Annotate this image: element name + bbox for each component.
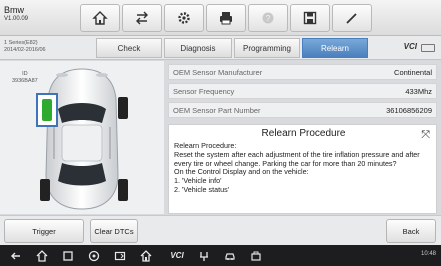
print-icon: [220, 12, 232, 25]
info-label: OEM Sensor Part Number: [173, 105, 261, 115]
settings-icon: [178, 12, 190, 24]
front-left-tire-icon: [42, 99, 52, 121]
vci-nav-label[interactable]: VCI: [166, 248, 188, 263]
brand-block: Bmw V1.00.09: [4, 5, 46, 31]
info-label: OEM Sensor Manufacturer: [173, 67, 263, 77]
print-button[interactable]: [206, 4, 246, 32]
tools-nav-icon[interactable]: [248, 248, 264, 263]
tab-relearn[interactable]: Relearn: [302, 38, 368, 58]
expand-icon[interactable]: ⤧: [421, 129, 430, 142]
status-clock: 10:48: [420, 251, 436, 257]
procedure-text: Relearn Procedure: Reset the system afte…: [174, 141, 420, 194]
browser-icon[interactable]: [86, 248, 102, 263]
vehicle-info: 1 Series(E82) 2014/02-2016/06: [4, 40, 46, 55]
system-nav-bar: VCI 10:48: [0, 245, 441, 266]
diagnostic-home-icon[interactable]: [138, 248, 154, 263]
info-value: 36106856209: [386, 105, 432, 115]
sensor-info-panel: OEM Sensor Manufacturer Continental Sens…: [168, 64, 437, 214]
tab-check[interactable]: Check: [96, 38, 162, 58]
info-row-frequency: Sensor Frequency 433Mhz: [168, 83, 437, 99]
procedure-title: Relearn Procedure: [261, 128, 346, 139]
rear-left-tire-icon[interactable]: [40, 179, 50, 201]
car-nav-icon[interactable]: [222, 248, 238, 263]
connection-icon[interactable]: [196, 248, 212, 263]
battery-icon: [421, 44, 435, 52]
settings-button[interactable]: [164, 4, 204, 32]
rear-right-tire-icon[interactable]: [118, 179, 128, 201]
vehicle-swap-button[interactable]: [122, 4, 162, 32]
recent-apps-icon[interactable]: [60, 248, 76, 263]
relearn-procedure-box[interactable]: Relearn Procedure ⤧ Relearn Procedure: R…: [168, 124, 437, 214]
edit-button[interactable]: [332, 4, 372, 32]
vehicle-series: 1 Series(E82): [4, 40, 38, 46]
bottom-action-bar: Trigger Clear DTCs Back: [0, 215, 441, 245]
vci-status-label: VCI: [403, 42, 417, 51]
brand-name: Bmw: [4, 5, 24, 15]
info-label: Sensor Frequency: [173, 86, 235, 96]
software-version: V1.00.09: [4, 15, 29, 22]
edit-icon: [346, 13, 357, 24]
vehicle-dates: 2014/02-2016/06: [4, 47, 46, 54]
svg-text:?: ?: [266, 14, 271, 23]
save-icon: [303, 11, 317, 25]
car-diagram-panel: ID 3936BA87: [0, 61, 164, 214]
help-icon: ?: [262, 12, 274, 24]
clear-dtcs-button[interactable]: Clear DTCs: [90, 219, 138, 243]
home-nav-icon[interactable]: [34, 248, 50, 263]
info-value: Continental: [394, 67, 432, 77]
save-button[interactable]: [290, 4, 330, 32]
vehicle-swap-icon: [136, 11, 148, 25]
tab-programming[interactable]: Programming: [234, 38, 300, 58]
help-button[interactable]: ?: [248, 4, 288, 32]
front-right-tire-icon[interactable]: [118, 97, 128, 119]
back-button[interactable]: Back: [386, 219, 436, 243]
front-left-tire-selected[interactable]: [36, 93, 58, 127]
info-row-part-number: OEM Sensor Part Number 36106856209: [168, 102, 437, 118]
home-button[interactable]: [80, 4, 120, 32]
trigger-button[interactable]: Trigger: [4, 219, 84, 243]
screenshot-icon[interactable]: [112, 248, 128, 263]
back-arrow-icon[interactable]: [8, 248, 24, 263]
tab-diagnosis[interactable]: Diagnosis: [164, 38, 232, 58]
info-value: 433Mhz: [405, 86, 432, 96]
home-icon: [92, 11, 108, 25]
sub-header-bar: 1 Series(E82) 2014/02-2016/06 Check Diag…: [0, 36, 441, 60]
top-toolbar: Bmw V1.00.09 ?: [0, 0, 441, 36]
info-row-manufacturer: OEM Sensor Manufacturer Continental: [168, 64, 437, 80]
